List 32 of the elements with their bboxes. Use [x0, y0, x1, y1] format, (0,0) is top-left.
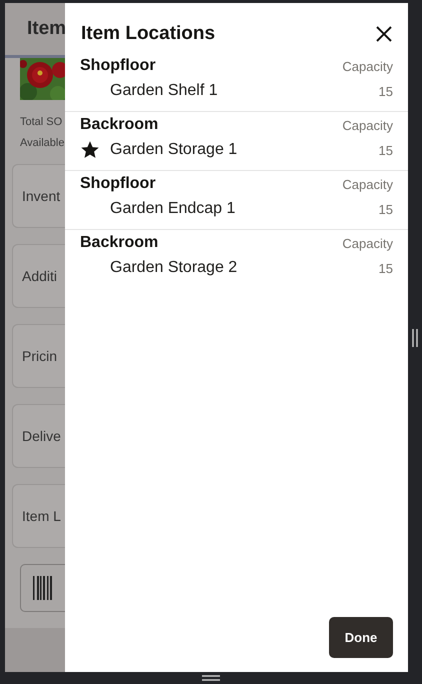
capacity-value: 15 — [378, 142, 393, 158]
resize-handle-icon[interactable] — [202, 675, 220, 681]
capacity-label: Capacity — [342, 236, 393, 250]
capacity-label: Capacity — [342, 118, 393, 132]
done-button[interactable]: Done — [329, 617, 393, 658]
capacity-value: 15 — [378, 260, 393, 276]
location-name: Garden Endcap 1 — [110, 200, 236, 218]
location-name: Garden Shelf 1 — [110, 82, 218, 100]
app-footer — [5, 628, 65, 672]
menu-card[interactable]: Delive — [12, 404, 65, 468]
capacity-label: Capacity — [342, 176, 393, 192]
close-icon — [376, 26, 392, 42]
menu-card[interactable]: Pricin — [12, 324, 65, 388]
zone-name: Backroom — [80, 234, 158, 252]
zone-name: Shopfloor — [80, 175, 156, 193]
menu-card[interactable]: Item L — [12, 484, 65, 548]
location-name: Garden Storage 2 — [110, 259, 238, 277]
summary-label: Available — [19, 136, 65, 151]
zone-name: Shopfloor — [80, 57, 156, 75]
zone-name: Backroom — [80, 116, 158, 134]
page-title: Item — [27, 18, 65, 40]
capacity-label: Capacity — [342, 58, 393, 74]
resize-handle-icon[interactable] — [412, 328, 418, 346]
capacity-value: 15 — [378, 202, 393, 216]
location-name: Garden Storage 1 — [110, 141, 238, 159]
capacity-value: 15 — [378, 84, 393, 98]
barcode-icon — [33, 576, 53, 600]
summary-label: Total SO — [19, 115, 64, 130]
drawer-title: Item Locations — [81, 23, 216, 45]
menu-card[interactable]: Additi — [12, 244, 65, 308]
menu-card[interactable]: Invent — [12, 164, 65, 228]
close-button[interactable] — [374, 24, 394, 44]
